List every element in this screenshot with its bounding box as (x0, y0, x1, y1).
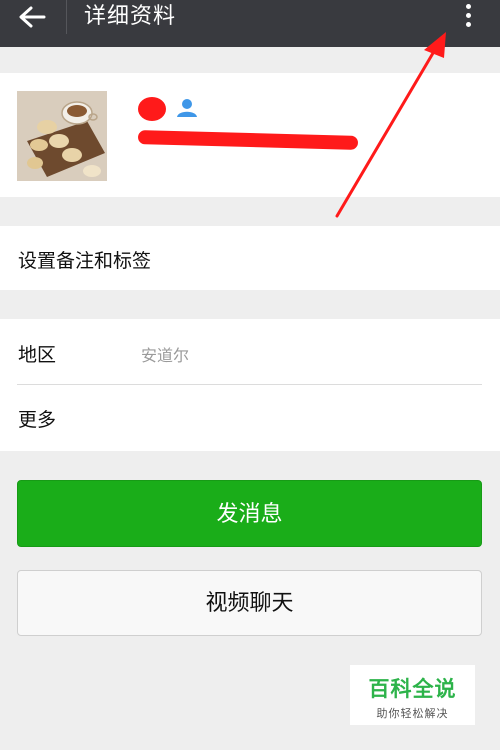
more-label: 更多 (18, 409, 57, 431)
more-options-button[interactable] (456, 0, 480, 34)
send-message-button[interactable]: 发消息 (17, 480, 482, 547)
set-remarks-tags-label: 设置备注和标签 (18, 250, 152, 272)
info-group: 地区 安道尔 更多 (0, 319, 500, 451)
back-arrow-icon (19, 6, 46, 28)
more-vertical-icon (456, 4, 480, 27)
header-divider (66, 0, 67, 34)
region-label: 地区 (18, 344, 57, 366)
avatar[interactable] (17, 91, 107, 181)
region-value: 安道尔 (141, 346, 190, 365)
set-remarks-tags-row[interactable]: 设置备注和标签 (0, 226, 500, 290)
more-row[interactable]: 更多 (0, 385, 500, 451)
back-button[interactable] (14, 4, 54, 40)
page-title: 详细资料 (84, 4, 177, 29)
watermark-subtitle: 助你轻松解决 (376, 707, 449, 720)
name-redaction-mark (138, 97, 166, 121)
contact-person-icon (177, 99, 197, 117)
top-bar: 详细资料 (0, 0, 500, 47)
video-chat-button[interactable]: 视频聊天 (17, 570, 482, 636)
region-row: 地区 安道尔 (0, 319, 500, 384)
watermark-title: 百科全说 (368, 677, 457, 701)
watermark-logo: 百科全说 助你轻松解决 (350, 665, 475, 725)
